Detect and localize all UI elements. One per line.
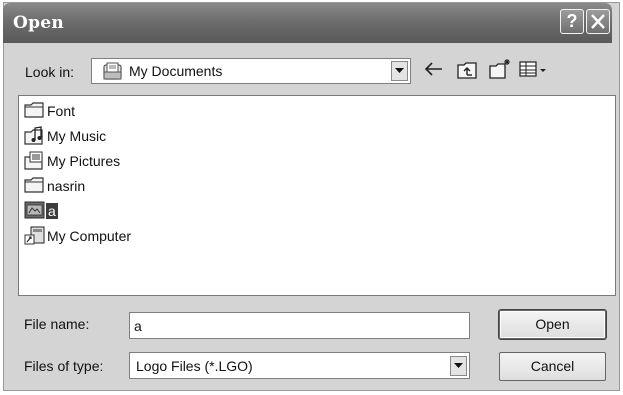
close-icon	[591, 14, 605, 29]
file-name-input[interactable]	[134, 316, 464, 335]
views-menu-icon[interactable]	[519, 60, 549, 78]
file-name-field[interactable]	[129, 312, 470, 339]
create-new-folder-icon[interactable]	[488, 57, 512, 80]
music-folder-icon	[24, 126, 43, 145]
list-item-label: a	[46, 203, 58, 219]
cancel-button[interactable]: Cancel	[499, 352, 606, 381]
look-in-label: Look in:	[25, 64, 75, 80]
look-in-dropdown[interactable]: My Documents	[91, 58, 411, 84]
title-bar[interactable]: Open ?	[3, 3, 612, 43]
list-item-label: My Computer	[47, 228, 132, 244]
file-name-label: File name:	[24, 316, 90, 332]
look-in-value: My Documents	[129, 63, 223, 79]
logo-file-icon	[24, 201, 45, 219]
list-item-label: nasrin	[47, 178, 86, 194]
pictures-folder-icon	[24, 151, 43, 170]
open-button[interactable]: Open	[499, 310, 606, 339]
file-type-dropdown-arrow[interactable]	[450, 356, 467, 376]
back-arrow-icon[interactable]	[424, 61, 444, 77]
list-item-label: My Music	[47, 128, 107, 144]
close-button[interactable]	[586, 9, 610, 34]
window-title: Open	[13, 13, 65, 33]
folder-icon	[24, 177, 44, 193]
file-type-dropdown[interactable]: Logo Files (*.LGO)	[129, 352, 470, 379]
chevron-down-icon	[395, 68, 404, 73]
look-in-dropdown-arrow[interactable]	[391, 61, 408, 81]
help-icon: ?	[566, 11, 578, 31]
list-item-label: Font	[47, 103, 76, 119]
file-type-value: Logo Files (*.LGO)	[136, 358, 253, 374]
chevron-down-icon	[454, 363, 463, 368]
up-one-level-icon[interactable]	[456, 60, 478, 80]
file-type-label: Files of type:	[24, 358, 104, 374]
help-button[interactable]: ?	[560, 9, 584, 34]
list-item-label: My Pictures	[47, 153, 121, 169]
file-list[interactable]: Font My Music My Pictures nasrin a My Co…	[18, 95, 616, 296]
folder-icon	[24, 102, 44, 118]
computer-icon	[24, 226, 45, 245]
my-documents-icon	[103, 62, 122, 80]
